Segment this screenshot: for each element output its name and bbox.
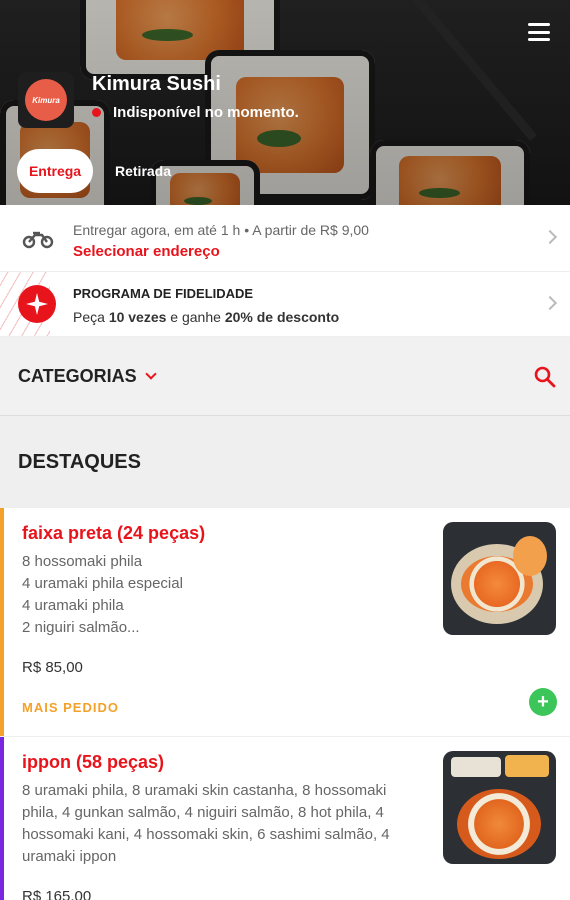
product-title: faixa preta (24 peças) xyxy=(22,523,206,543)
status-dot-icon xyxy=(92,108,101,117)
order-type-tabs: Entrega Retirada xyxy=(17,149,183,193)
tab-retirada[interactable]: Retirada xyxy=(103,149,183,193)
product-image xyxy=(443,751,556,864)
loyalty-description: Peça 10 vezes e ganhe 20% de desconto xyxy=(73,309,340,325)
menu-icon[interactable] xyxy=(528,23,550,41)
categories-label: CATEGORIAS xyxy=(18,366,137,386)
product-card[interactable]: ippon (58 peças) 8 uramaki phila, 8 uram… xyxy=(0,737,570,900)
product-card[interactable]: faixa preta (24 peças) 8 hossomaki phila… xyxy=(0,508,570,736)
section-title: DESTAQUES xyxy=(18,451,141,473)
hero-banner: Kimura Kimura Sushi Indisponível no mome… xyxy=(0,0,570,205)
product-price: R$ 165,00 xyxy=(22,888,92,900)
star-badge-icon xyxy=(18,285,56,323)
product-price: R$ 85,00 xyxy=(22,659,83,676)
status-text: Indisponível no momento. xyxy=(113,104,299,121)
loyalty-title: PROGRAMA DE FIDELIDADE xyxy=(73,286,254,301)
search-icon[interactable] xyxy=(533,365,557,389)
product-title: ippon (58 peças) xyxy=(22,752,165,772)
delivery-row[interactable]: Entregar agora, em até 1 h • A partir de… xyxy=(0,205,570,272)
add-button[interactable]: + xyxy=(529,688,557,716)
motorcycle-icon xyxy=(22,231,54,249)
logo-mark: Kimura xyxy=(25,79,67,121)
chevron-right-icon xyxy=(542,295,558,311)
delivery-info: Entregar agora, em até 1 h • A partir de… xyxy=(73,222,369,238)
store-status: Indisponível no momento. xyxy=(92,104,299,121)
store-name: Kimura Sushi xyxy=(92,73,221,95)
loyalty-row[interactable]: PROGRAMA DE FIDELIDADE Peça 10 vezes e g… xyxy=(0,272,570,336)
product-image xyxy=(443,522,556,635)
product-description: 8 hossomaki phila 4 uramaki phila especi… xyxy=(22,553,183,636)
product-description: 8 uramaki phila, 8 uramaki skin castanha… xyxy=(22,782,390,865)
store-logo: Kimura xyxy=(18,72,74,128)
most-ordered-badge: MAIS PEDIDO xyxy=(22,700,119,715)
tab-entrega[interactable]: Entrega xyxy=(17,149,93,193)
categories-dropdown[interactable]: CATEGORIAS xyxy=(18,366,157,387)
chevron-right-icon xyxy=(542,229,558,245)
chevron-down-icon xyxy=(145,368,157,380)
categories-bar: CATEGORIAS xyxy=(0,337,570,416)
select-address-link[interactable]: Selecionar endereço xyxy=(73,243,220,260)
